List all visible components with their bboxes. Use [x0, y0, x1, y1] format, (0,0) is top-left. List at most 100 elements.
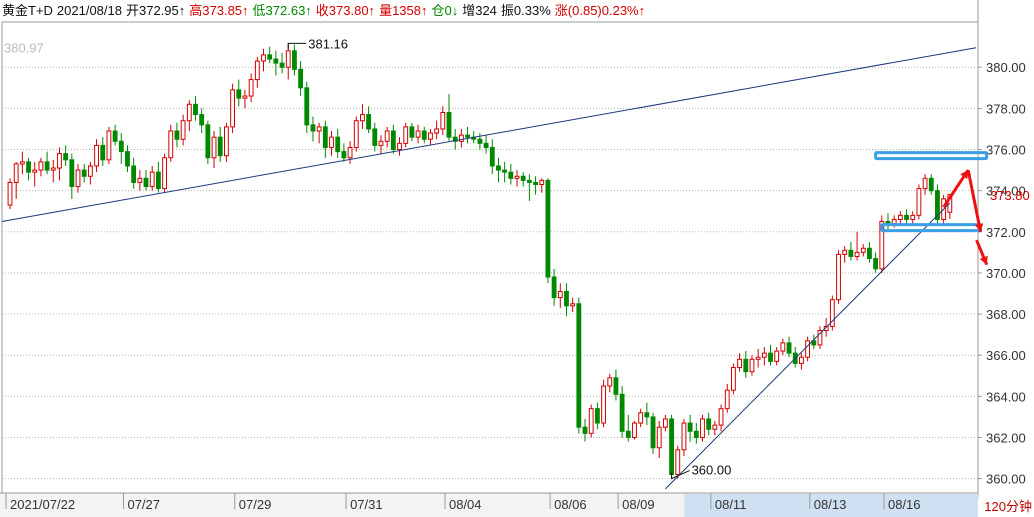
candle-body-up [384, 130, 390, 142]
y-tick-label: 378.00 [986, 101, 1026, 116]
candle-body-up [780, 342, 786, 352]
candle-body-up [539, 179, 545, 185]
candle-body-down [483, 142, 489, 148]
candle-body-up [106, 130, 112, 161]
candle-body-down [335, 136, 341, 153]
candle-body-up [601, 385, 606, 424]
candle-body-up [854, 251, 860, 257]
candle-body-up [662, 418, 668, 428]
candle-body-down [174, 130, 180, 140]
candle-body-up [514, 175, 520, 179]
candle-body-up [415, 130, 421, 138]
candle-body-down [477, 138, 483, 144]
candle-body-down [267, 54, 273, 60]
x-tick-label: 2021/07/22 [10, 497, 75, 512]
candle-body-down [421, 130, 427, 140]
candle-body-down [551, 276, 557, 299]
candle-body-up [799, 356, 804, 364]
x-tick-label: 07/27 [127, 497, 160, 512]
y-tick-label: 362.00 [986, 430, 1026, 445]
candle-body-down [613, 377, 619, 395]
y-tick-label: 370.00 [986, 266, 1026, 281]
candle-body-up [32, 169, 38, 173]
x-tick-label: 07/31 [350, 497, 383, 512]
y-tick-label: 366.00 [986, 348, 1026, 363]
candle-body-up [223, 126, 229, 157]
candle-body-down [545, 179, 551, 278]
x-tick-label: 08/13 [814, 497, 847, 512]
candle-body-down [131, 165, 137, 183]
plot-area: 360.00 362.00 364.00 366.00 368.00 370.00 372.… [0, 0, 1030, 517]
resistance-zone [874, 151, 989, 161]
arrow-down-1-shaft [966, 169, 983, 233]
candle-body-up [180, 120, 186, 140]
candle-body-down [582, 426, 588, 434]
y-tick-label: 380.00 [986, 60, 1026, 75]
candle-body-up [440, 111, 446, 130]
candle-body-up [242, 95, 248, 99]
y-tick-label: 364.00 [986, 389, 1026, 404]
candle-body-down [63, 153, 69, 161]
candle-body-down [143, 177, 149, 188]
candle-body-down [322, 126, 328, 148]
candle-body-up [378, 140, 384, 146]
candle-body-down [594, 408, 600, 424]
x-tick-label: 08/16 [888, 497, 921, 512]
x-axis: 2021/07/22 07/27 07/29 07/31 08/04 08/06 08/09… [0, 492, 978, 517]
candle-body-up [922, 177, 928, 190]
grid-lines [1, 0, 979, 517]
candle-body-up [761, 352, 767, 358]
candle-body-up [675, 449, 681, 475]
faded-price-label: 380.97 [4, 40, 44, 55]
candle-body-down [390, 130, 396, 151]
candle-body-up [403, 126, 409, 144]
candle-body-up [434, 128, 440, 134]
candle-body-up [897, 214, 903, 220]
candle-body-down [904, 214, 909, 220]
candle-body-up [638, 412, 644, 424]
candle-body-down [564, 290, 569, 307]
candle-body-down [743, 358, 749, 373]
candle-body-down [118, 140, 124, 153]
candle-body-up [230, 89, 236, 128]
candle-body-down [687, 422, 693, 432]
candle-body-down [576, 303, 582, 428]
candle-body-up [211, 136, 217, 159]
candle-body-up [7, 181, 13, 206]
candle-body-up [656, 426, 662, 449]
period-label[interactable]: 120分钟 [978, 497, 1034, 517]
high-annotation-line [287, 42, 307, 50]
candle-body-up [329, 136, 334, 148]
low-annotation-line [671, 470, 690, 480]
candle-body-up [632, 422, 637, 438]
candle-body-down [706, 418, 712, 430]
candle-body-up [75, 169, 81, 188]
candle-body-down [533, 181, 538, 185]
candle-body-down [372, 128, 378, 146]
candle-body-down [81, 169, 87, 177]
candle-body-down [928, 177, 934, 192]
candle-body-down [465, 134, 470, 138]
candle-body-down [502, 169, 508, 173]
candle-body-up [718, 408, 724, 426]
candle-body-down [366, 114, 372, 130]
candle-body-up [730, 367, 736, 391]
candle-body-down [310, 124, 316, 132]
candle-body-down [489, 146, 495, 167]
candle-body-up [57, 153, 62, 169]
current-price-label: 373.80 [990, 188, 1030, 203]
candle-body-up [94, 144, 99, 167]
x-tick-label: 08/06 [554, 497, 587, 512]
candle-body-up [248, 79, 254, 97]
candle-body-down [409, 126, 415, 138]
candle-body-up [50, 167, 56, 171]
candle-body-up [836, 253, 841, 301]
candle-body-down [520, 175, 526, 181]
candle-body-down [100, 144, 106, 161]
candle-body-up [87, 165, 93, 177]
candle-body-down [446, 111, 452, 138]
candle-body-up [737, 358, 743, 369]
y-tick-label: 372.00 [986, 225, 1026, 240]
candle-body-down [125, 151, 130, 167]
candle-body-down [298, 68, 304, 89]
